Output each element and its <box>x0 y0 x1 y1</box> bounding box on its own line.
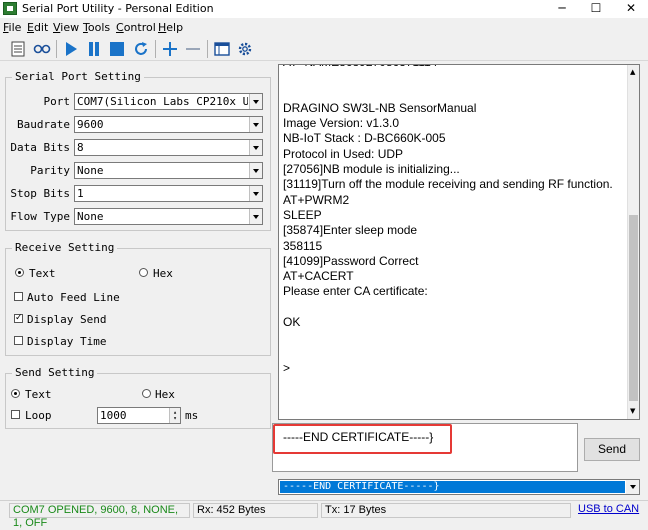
settings-gear-icon[interactable] <box>235 39 255 59</box>
port-status: COM7 OPENED, 9600, 8, NONE, 1, OFF <box>9 503 190 529</box>
display-time-checkbox[interactable] <box>14 336 23 345</box>
chevron-down-icon <box>249 209 262 224</box>
loop-interval-input[interactable]: 1000 ▴ ▾ <box>97 407 181 424</box>
menu-file[interactable]: File <box>3 21 21 34</box>
receive-hex-label: Hex <box>153 267 173 280</box>
chevron-down-icon <box>249 117 262 132</box>
terminal-scrollbar[interactable]: ▲ ▼ <box>627 65 639 419</box>
chevron-down-icon <box>249 163 262 178</box>
chevron-down-icon <box>249 140 262 155</box>
menu-tools[interactable]: Tools <box>83 21 110 34</box>
refresh-icon[interactable] <box>131 39 151 59</box>
receive-text-label: Text <box>29 267 56 280</box>
menu-control[interactable]: Control <box>116 21 156 34</box>
chevron-down-icon[interactable] <box>626 480 639 494</box>
flow-type-select[interactable]: None <box>74 208 263 225</box>
parity-select[interactable]: None <box>74 162 263 179</box>
close-button[interactable]: ✕ <box>614 0 648 18</box>
receive-setting-legend: Receive Setting <box>12 241 118 254</box>
minimize-button[interactable]: ─ <box>545 0 579 18</box>
scroll-up-icon[interactable]: ▲ <box>630 68 635 76</box>
add-icon[interactable] <box>160 39 180 59</box>
flow-type-label: Flow Type <box>10 210 70 223</box>
tx-count: Tx: 17 Bytes <box>321 503 571 518</box>
baudrate-select[interactable]: 9600 <box>74 116 263 133</box>
baudrate-label: Baudrate <box>17 118 70 131</box>
parity-label: Parity <box>30 164 70 177</box>
spinner-icon[interactable]: ▴ ▾ <box>169 408 180 423</box>
scroll-down-icon[interactable]: ▼ <box>630 407 635 415</box>
menu-edit[interactable]: Edit <box>27 21 48 34</box>
auto-feed-line-label: Auto Feed Line <box>27 291 120 304</box>
window-title: Serial Port Utility - Personal Edition <box>22 2 214 15</box>
interval-unit-label: ms <box>185 409 199 422</box>
port-label: Port <box>43 95 71 108</box>
display-send-label: Display Send <box>27 313 107 326</box>
maximize-button[interactable]: ☐ <box>579 0 613 18</box>
pause-icon[interactable] <box>84 39 104 59</box>
auto-feed-line-checkbox[interactable] <box>14 292 23 301</box>
remove-icon[interactable] <box>183 39 203 59</box>
receive-hex-radio[interactable] <box>139 268 148 277</box>
status-bar: COM7 OPENED, 9600, 8, NONE, 1, OFF Rx: 4… <box>0 500 648 529</box>
serial-port-setting-legend: Serial Port Setting <box>12 70 144 83</box>
loop-checkbox[interactable] <box>11 410 20 419</box>
loop-label: Loop <box>25 409 52 422</box>
usb-to-can-link[interactable]: USB to CAN <box>575 503 641 518</box>
display-time-label: Display Time <box>27 335 107 348</box>
send-text-radio[interactable] <box>11 389 20 398</box>
document-icon[interactable] <box>8 39 28 59</box>
highlight-box <box>273 424 452 454</box>
menu-view[interactable]: View <box>53 21 79 34</box>
send-history-value: -----END CERTIFICATE-----} <box>280 481 625 493</box>
chevron-down-icon <box>249 186 262 201</box>
send-hex-radio[interactable] <box>142 389 151 398</box>
send-text-label: Text <box>25 388 52 401</box>
app-icon <box>3 2 17 15</box>
send-setting-legend: Send Setting <box>12 366 98 379</box>
loop-icon[interactable] <box>32 39 52 59</box>
scrollbar-thumb[interactable] <box>629 215 638 401</box>
rx-count: Rx: 452 Bytes <box>193 503 318 518</box>
data-bits-select[interactable]: 8 <box>74 139 263 156</box>
data-bits-label: Data Bits <box>10 141 70 154</box>
terminal-text: AT+NAME868927086371114 DRAGINO SW3L-NB S… <box>283 65 613 375</box>
stop-bits-label: Stop Bits <box>10 187 70 200</box>
send-history-select[interactable]: -----END CERTIFICATE-----} <box>278 479 640 495</box>
window-layout-icon[interactable] <box>212 39 232 59</box>
toolbar <box>0 37 648 61</box>
menu-bar: File Edit View Tools Control Help <box>0 19 648 36</box>
send-hex-label: Hex <box>155 388 175 401</box>
chevron-down-icon <box>249 94 262 109</box>
stop-bits-select[interactable]: 1 <box>74 185 263 202</box>
receive-terminal[interactable]: AT+NAME868927086371114 DRAGINO SW3L-NB S… <box>278 64 640 420</box>
send-button[interactable]: Send <box>584 438 640 461</box>
play-icon[interactable] <box>61 39 81 59</box>
title-bar: Serial Port Utility - Personal Edition ─… <box>0 0 648 18</box>
stop-icon[interactable] <box>107 39 127 59</box>
menu-help[interactable]: Help <box>158 21 183 34</box>
display-send-checkbox[interactable]: ✓ <box>14 314 23 323</box>
port-select[interactable]: COM7(Silicon Labs CP210x USB <box>74 93 263 110</box>
receive-text-radio[interactable] <box>15 268 24 277</box>
